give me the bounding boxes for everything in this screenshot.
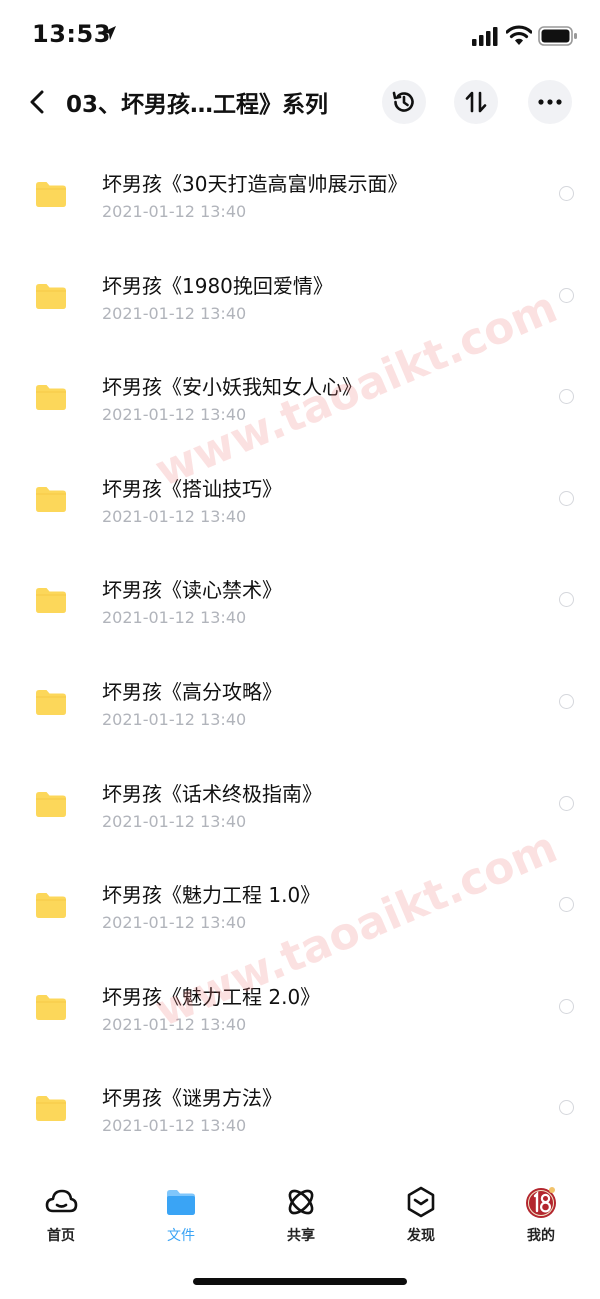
file-name: 坏男孩《1980挽回爱情》 <box>102 273 333 298</box>
file-row[interactable]: 坏男孩《读心禁术》 2021-01-12 13:40 <box>0 548 600 650</box>
file-row[interactable]: 坏男孩《魅力工程 2.0》 2021-01-12 13:40 <box>0 955 600 1057</box>
file-name: 坏男孩《搭讪技巧》 <box>102 476 282 501</box>
select-checkbox[interactable] <box>559 389 574 405</box>
select-checkbox[interactable] <box>559 998 574 1014</box>
file-name: 坏男孩《安小妖我知女人心》 <box>102 375 362 400</box>
cloud-smile-icon <box>45 1189 78 1213</box>
file-row[interactable]: 坏男孩《谜男方法》 2021-01-12 13:40 <box>0 1056 600 1158</box>
more-dots-icon <box>538 99 562 105</box>
select-checkbox[interactable] <box>559 592 574 608</box>
folder-icon <box>36 689 66 715</box>
sort-button[interactable] <box>454 80 498 124</box>
file-date: 2021-01-12 13:40 <box>102 202 247 221</box>
more-button[interactable] <box>528 80 572 124</box>
tab-label: 发现 <box>407 1228 435 1244</box>
tab-label: 我的 <box>527 1228 555 1244</box>
select-checkbox[interactable] <box>559 186 574 201</box>
select-checkbox[interactable] <box>559 897 574 913</box>
location-arrow-icon <box>102 26 116 40</box>
folder-icon <box>36 486 66 512</box>
folder-icon <box>36 994 66 1020</box>
file-list: 坏男孩《30天打造高富帅展示面》 2021-01-12 13:40 坏男孩《19… <box>0 142 600 1158</box>
file-row[interactable]: 坏男孩《话术终极指南》 2021-01-12 13:40 <box>0 752 600 854</box>
cellular-signal-icon <box>472 27 498 46</box>
file-row[interactable]: 坏男孩《安小妖我知女人心》 2021-01-12 13:40 <box>0 345 600 447</box>
atom-share-icon <box>288 1189 314 1215</box>
header: 03、坏男孩…工程》系列 <box>0 64 600 142</box>
folder-icon <box>36 791 66 817</box>
tab-label: 共享 <box>287 1228 315 1244</box>
file-date: 2021-01-12 13:40 <box>102 913 247 933</box>
history-clock-icon <box>392 91 414 112</box>
file-name: 坏男孩《谜男方法》 <box>102 1086 282 1111</box>
cube-discover-icon <box>407 1186 435 1218</box>
file-row[interactable]: 坏男孩《魅力工程 1.0》 2021-01-12 13:40 <box>0 853 600 955</box>
file-date: 2021-01-12 13:40 <box>102 1014 247 1034</box>
avatar-icon <box>526 1187 556 1218</box>
home-indicator[interactable] <box>193 1278 407 1285</box>
tab-mine[interactable]: 我的 <box>501 1185 581 1249</box>
select-checkbox[interactable] <box>559 287 574 303</box>
tab-discover[interactable]: 发现 <box>381 1185 461 1249</box>
tab-files[interactable]: 文件 <box>141 1185 221 1249</box>
file-date: 2021-01-12 13:40 <box>102 506 247 526</box>
file-name: 坏男孩《魅力工程 2.0》 <box>102 984 321 1009</box>
file-date: 2021-01-12 13:40 <box>102 709 247 729</box>
file-name: 坏男孩《读心禁术》 <box>102 578 282 603</box>
file-date: 2021-01-12 13:40 <box>102 1116 247 1136</box>
history-button[interactable] <box>382 80 426 124</box>
file-row[interactable]: 坏男孩《搭讪技巧》 2021-01-12 13:40 <box>0 447 600 549</box>
status-bar: 13:53 <box>0 0 600 64</box>
select-checkbox[interactable] <box>559 1100 574 1116</box>
folder-icon <box>36 588 66 614</box>
folder-icon <box>36 182 66 207</box>
tab-label: 首页 <box>47 1228 75 1244</box>
file-name: 坏男孩《高分攻略》 <box>102 679 282 704</box>
file-name: 坏男孩《魅力工程 1.0》 <box>102 883 321 908</box>
folder-icon <box>36 893 66 919</box>
folder-icon <box>36 283 66 309</box>
select-checkbox[interactable] <box>559 693 574 709</box>
page-title: 03、坏男孩…工程》系列 <box>66 92 329 118</box>
select-checkbox[interactable] <box>559 490 574 506</box>
file-name: 坏男孩《话术终极指南》 <box>102 781 322 806</box>
tab-share[interactable]: 共享 <box>261 1185 341 1249</box>
select-checkbox[interactable] <box>559 795 574 811</box>
file-name: 坏男孩《30天打造高富帅展示面》 <box>102 172 408 196</box>
file-date: 2021-01-12 13:40 <box>102 608 247 628</box>
folder-icon <box>36 1096 66 1122</box>
folder-icon <box>36 385 66 411</box>
tab-label: 文件 <box>167 1228 195 1244</box>
tab-bar: 首页 文件 共享 发现 我的 <box>0 1175 600 1255</box>
file-date: 2021-01-12 13:40 <box>102 811 247 831</box>
wifi-icon <box>506 25 532 45</box>
sort-arrows-icon <box>465 91 487 113</box>
folder-icon <box>167 1190 195 1215</box>
file-row[interactable]: 坏男孩《1980挽回爱情》 2021-01-12 13:40 <box>0 244 600 346</box>
file-row[interactable]: 坏男孩《30天打造高富帅展示面》 2021-01-12 13:40 <box>0 142 600 244</box>
chevron-left-icon <box>30 90 44 114</box>
file-date: 2021-01-12 13:40 <box>102 303 247 323</box>
file-date: 2021-01-12 13:40 <box>102 405 247 425</box>
back-button[interactable] <box>22 84 52 120</box>
tab-home[interactable]: 首页 <box>21 1185 101 1249</box>
battery-icon <box>538 26 577 46</box>
file-row[interactable]: 坏男孩《高分攻略》 2021-01-12 13:40 <box>0 650 600 752</box>
